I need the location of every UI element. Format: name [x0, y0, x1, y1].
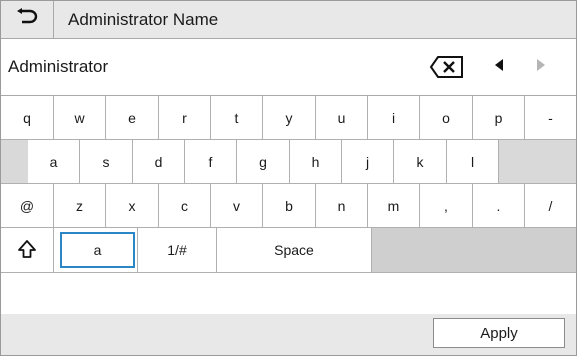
key[interactable]: s: [80, 140, 133, 183]
key[interactable]: r: [159, 96, 211, 139]
key[interactable]: e: [106, 96, 159, 139]
key[interactable]: f: [185, 140, 237, 183]
bottom-bar: Apply: [1, 314, 576, 355]
key-row-1: q w e r t y u i o p -: [1, 96, 576, 140]
key[interactable]: x: [106, 184, 159, 227]
key[interactable]: j: [342, 140, 394, 183]
key[interactable]: m: [368, 184, 420, 227]
symbols-mode-key[interactable]: 1/#: [137, 228, 217, 272]
key[interactable]: d: [133, 140, 185, 183]
triangle-left-icon: [494, 58, 504, 76]
key[interactable]: v: [211, 184, 263, 227]
key[interactable]: .: [473, 184, 525, 227]
key[interactable]: p: [473, 96, 525, 139]
key[interactable]: h: [290, 140, 342, 183]
key[interactable]: ,: [420, 184, 473, 227]
key-row-2: a s d f g h j k l: [1, 140, 576, 184]
row-blank-area: [372, 228, 576, 272]
page-title: Administrator Name: [68, 10, 219, 29]
key[interactable]: i: [368, 96, 420, 139]
text-input-row: Administrator: [1, 39, 576, 96]
apply-button[interactable]: Apply: [433, 318, 565, 348]
key[interactable]: b: [263, 184, 316, 227]
back-button[interactable]: [1, 1, 54, 38]
back-arrow-icon: [16, 8, 38, 31]
key[interactable]: a: [28, 140, 80, 183]
key[interactable]: y: [263, 96, 316, 139]
key[interactable]: z: [54, 184, 106, 227]
key[interactable]: /: [525, 184, 576, 227]
lowercase-mode-key[interactable]: a: [60, 232, 135, 268]
key[interactable]: k: [394, 140, 447, 183]
key-row-3: @ z x c v b n m , . /: [1, 184, 576, 228]
key[interactable]: n: [316, 184, 368, 227]
backspace-icon: [429, 56, 465, 83]
title-bar: Administrator Name: [1, 1, 576, 39]
key[interactable]: @: [1, 184, 54, 227]
key[interactable]: w: [54, 96, 106, 139]
key[interactable]: -: [525, 96, 576, 139]
text-input-field[interactable]: Administrator: [8, 39, 108, 95]
row-indent: [499, 140, 576, 183]
backspace-button[interactable]: [429, 55, 465, 79]
cursor-right-button[interactable]: [527, 53, 555, 81]
keyboard-screen: Administrator Name Administrator q w e r…: [0, 0, 577, 356]
triangle-right-icon: [536, 58, 546, 76]
key[interactable]: o: [420, 96, 473, 139]
key[interactable]: g: [237, 140, 290, 183]
shift-key[interactable]: [1, 228, 54, 272]
key[interactable]: u: [316, 96, 368, 139]
key[interactable]: l: [447, 140, 499, 183]
key[interactable]: c: [159, 184, 211, 227]
space-key[interactable]: Space: [217, 228, 372, 272]
key[interactable]: q: [1, 96, 54, 139]
key-row-4: a 1/# Space: [1, 228, 576, 273]
row-indent: [1, 140, 28, 183]
key[interactable]: t: [211, 96, 263, 139]
mode-key-wrap: a: [54, 228, 137, 272]
shift-arrow-icon: [17, 239, 37, 262]
cursor-left-button[interactable]: [485, 53, 513, 81]
